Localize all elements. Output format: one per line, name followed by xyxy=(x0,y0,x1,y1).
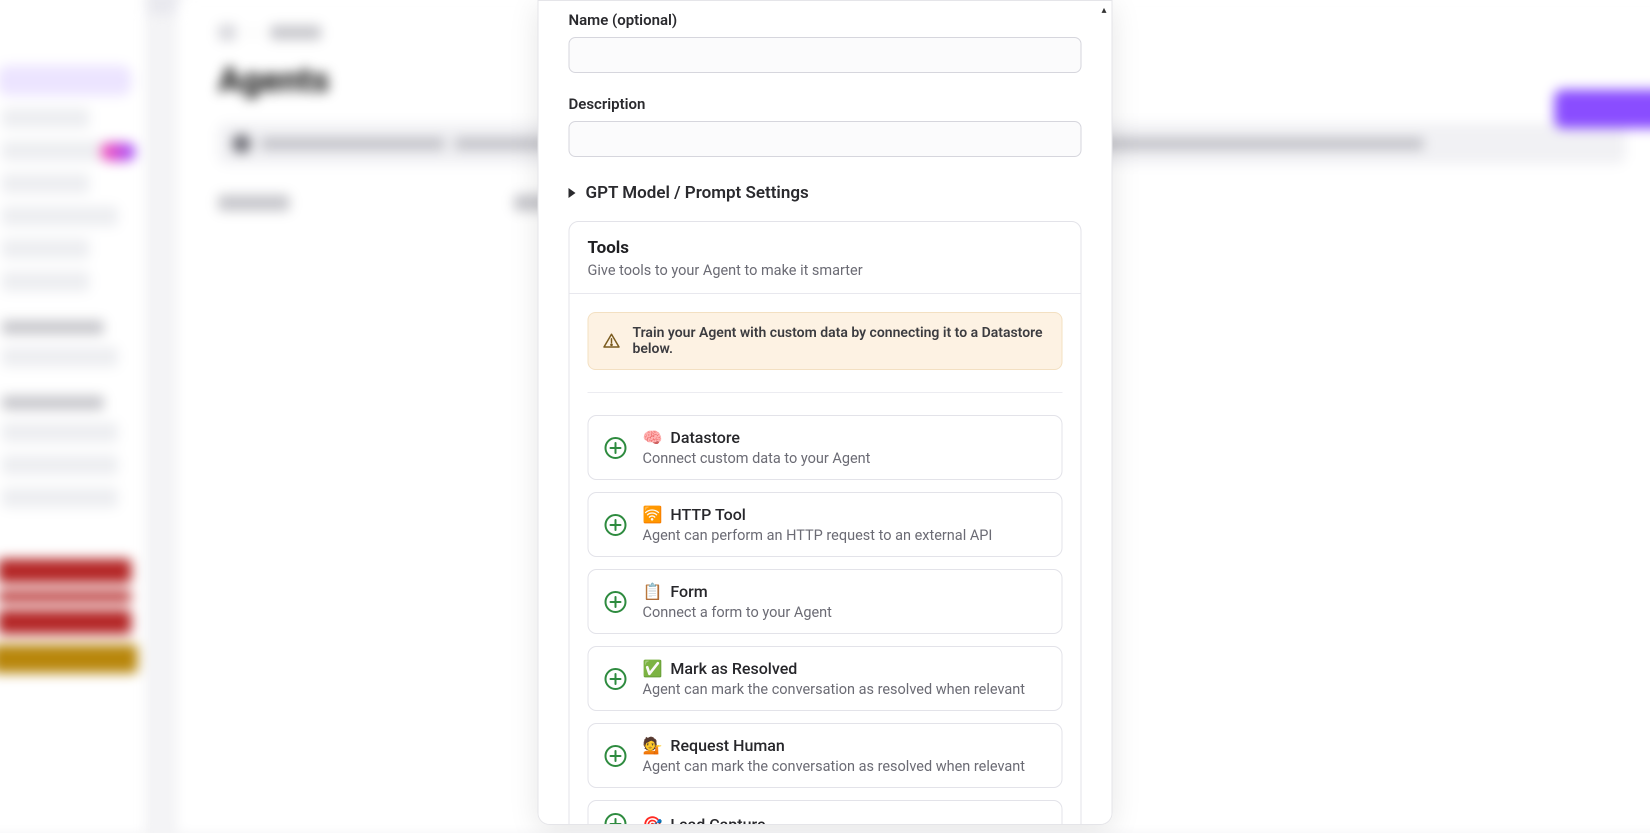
tool-item-http-tool[interactable]: 🛜 HTTP Tool Agent can perform an HTTP req… xyxy=(588,492,1063,557)
tools-title: Tools xyxy=(588,238,1063,258)
create-agent-modal: ▴ Name (optional) Description GPT Model … xyxy=(538,0,1113,825)
tool-item-desc: Agent can mark the conversation as resol… xyxy=(643,758,1026,775)
tools-subtitle: Give tools to your Agent to make it smar… xyxy=(588,262,1063,279)
add-icon xyxy=(605,668,627,690)
name-input[interactable] xyxy=(569,37,1082,73)
tool-item-lead-capture[interactable]: 🎯 Lead Capture xyxy=(588,800,1063,825)
tool-item-request-human[interactable]: 💁 Request Human Agent can mark the conver… xyxy=(588,723,1063,788)
add-icon xyxy=(605,514,627,536)
tool-item-title: 🎯 Lead Capture xyxy=(643,815,766,826)
sidebar xyxy=(0,0,147,833)
warning-icon xyxy=(603,332,621,350)
datastore-alert: Train your Agent with custom data by con… xyxy=(588,312,1063,370)
chevron-right-icon xyxy=(569,188,576,198)
tool-item-title: 🛜 HTTP Tool xyxy=(643,505,993,524)
tool-item-title: 📋 Form xyxy=(643,582,832,601)
scroll-up-caret-icon[interactable]: ▴ xyxy=(1102,5,1112,16)
tools-card: Tools Give tools to your Agent to make i… xyxy=(569,221,1082,825)
add-icon xyxy=(605,591,627,613)
tool-item-mark-as-resolved[interactable]: ✅ Mark as Resolved Agent can mark the con… xyxy=(588,646,1063,711)
add-icon xyxy=(605,813,627,825)
divider xyxy=(588,392,1063,393)
tool-item-desc: Connect a form to your Agent xyxy=(643,604,832,621)
tool-item-desc: Connect custom data to your Agent xyxy=(643,450,871,467)
tool-item-title: 💁 Request Human xyxy=(643,736,1026,755)
tool-item-form[interactable]: 📋 Form Connect a form to your Agent xyxy=(588,569,1063,634)
add-icon xyxy=(605,745,627,767)
description-input[interactable] xyxy=(569,121,1082,157)
datastore-alert-text: Train your Agent with custom data by con… xyxy=(633,325,1048,357)
tool-item-title: 🧠 Datastore xyxy=(643,428,871,447)
tool-item-datastore[interactable]: 🧠 Datastore Connect custom data to your A… xyxy=(588,415,1063,480)
gpt-settings-expander[interactable]: GPT Model / Prompt Settings xyxy=(569,183,1082,203)
tool-item-desc: Agent can perform an HTTP request to an … xyxy=(643,527,993,544)
description-label: Description xyxy=(569,95,1082,113)
gpt-settings-label: GPT Model / Prompt Settings xyxy=(586,183,809,203)
tool-item-title: ✅ Mark as Resolved xyxy=(643,659,1026,678)
name-label: Name (optional) xyxy=(569,11,1082,29)
tool-item-desc: Agent can mark the conversation as resol… xyxy=(643,681,1026,698)
add-icon xyxy=(605,437,627,459)
